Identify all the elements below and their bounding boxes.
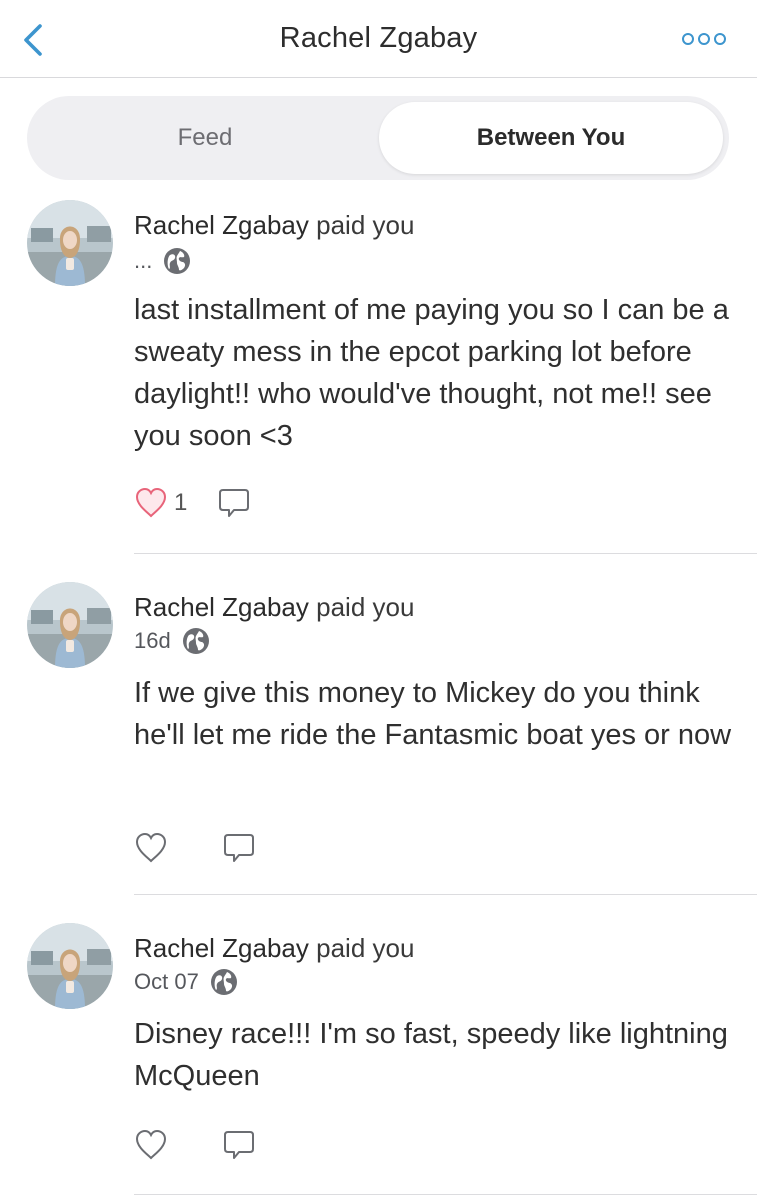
story-divider bbox=[134, 553, 757, 554]
story-meta: Oct 07 bbox=[134, 967, 239, 997]
story-time: Oct 07 bbox=[134, 969, 199, 994]
story-action: paid you bbox=[316, 592, 415, 622]
story-meta: ... bbox=[134, 246, 192, 276]
like-count[interactable]: 1 bbox=[174, 489, 187, 517]
story-title: Rachel Zgabay paid you bbox=[134, 933, 414, 964]
avatar[interactable] bbox=[27, 923, 113, 1009]
story-divider bbox=[134, 894, 757, 895]
story-actions: 1 bbox=[134, 483, 251, 523]
story-title: Rachel Zgabay paid you bbox=[134, 210, 414, 241]
more-dots-icon bbox=[682, 33, 726, 45]
story-time: ... bbox=[134, 248, 153, 273]
avatar[interactable] bbox=[27, 582, 113, 668]
story-action: paid you bbox=[316, 933, 415, 963]
story-action: paid you bbox=[316, 210, 415, 240]
story-item[interactable]: Rachel Zgabay paid you ... last installm… bbox=[0, 198, 757, 555]
payer-name[interactable]: Rachel Zgabay bbox=[134, 592, 309, 622]
globe-icon bbox=[182, 628, 209, 654]
more-options-button[interactable] bbox=[681, 26, 727, 52]
page-title: Rachel Zgabay bbox=[279, 22, 478, 54]
payment-note: last installment of me paying you so I c… bbox=[134, 294, 729, 452]
payment-note: Disney race!!! I'm so fast, speedy like … bbox=[134, 1018, 728, 1092]
comment-icon[interactable] bbox=[222, 1128, 256, 1162]
payer-name[interactable]: Rachel Zgabay bbox=[134, 933, 309, 963]
feed-segmented-control: Feed Between You bbox=[27, 96, 729, 180]
avatar[interactable] bbox=[27, 200, 113, 286]
globe-icon bbox=[164, 248, 191, 274]
globe-icon bbox=[210, 969, 237, 995]
tab-between-you[interactable]: Between You bbox=[379, 102, 723, 174]
payment-note: If we give this money to Mickey do you t… bbox=[134, 677, 732, 751]
story-item[interactable]: Rachel Zgabay paid you Oct 07 Disney rac… bbox=[0, 921, 757, 1196]
heart-icon[interactable] bbox=[134, 1128, 168, 1162]
story-divider bbox=[134, 1194, 757, 1195]
comment-icon[interactable] bbox=[222, 831, 256, 865]
heart-icon[interactable] bbox=[134, 831, 168, 865]
tab-feed[interactable]: Feed bbox=[33, 102, 377, 174]
payer-name[interactable]: Rachel Zgabay bbox=[134, 210, 309, 240]
story-actions bbox=[134, 828, 256, 868]
story-title: Rachel Zgabay paid you bbox=[134, 592, 414, 623]
top-bar: Rachel Zgabay bbox=[0, 0, 757, 78]
heart-icon[interactable] bbox=[134, 486, 168, 520]
story-meta: 16d bbox=[134, 626, 211, 656]
story-item[interactable]: Rachel Zgabay paid you 16d If we give th… bbox=[0, 580, 757, 895]
story-time: 16d bbox=[134, 628, 171, 653]
story-actions bbox=[134, 1125, 256, 1165]
comment-icon[interactable] bbox=[217, 486, 251, 520]
